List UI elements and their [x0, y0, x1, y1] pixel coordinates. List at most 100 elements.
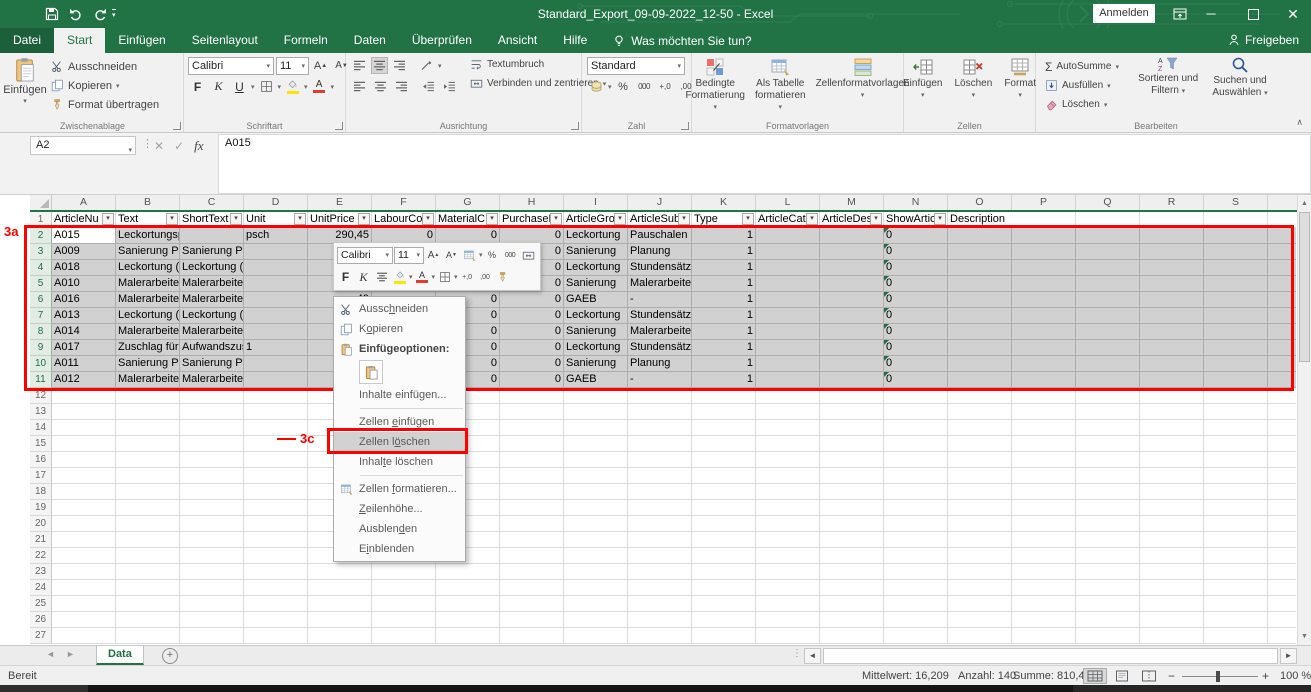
cell-H17[interactable] [500, 468, 564, 484]
cell-R18[interactable] [1140, 484, 1204, 500]
cell-D14[interactable] [244, 420, 308, 436]
cell-P13[interactable] [1012, 404, 1076, 420]
context-menu-item-ausblenden[interactable]: Ausblenden [334, 519, 465, 539]
format-as-table-button[interactable]: Als Tabelle formatieren ▾ [751, 56, 810, 113]
cell-D24[interactable] [244, 580, 308, 596]
cell-N17[interactable] [884, 468, 948, 484]
cell-R26[interactable] [1140, 612, 1204, 628]
cell-T15[interactable] [1268, 436, 1296, 452]
cell-I27[interactable] [564, 628, 628, 644]
cell-N20[interactable] [884, 516, 948, 532]
mini-font-color-button[interactable]: A [414, 269, 431, 285]
mini-decrease-decimal-button[interactable]: ,00 [477, 269, 494, 285]
cell-I20[interactable] [564, 516, 628, 532]
cell-H15[interactable] [500, 436, 564, 452]
cell-N18[interactable] [884, 484, 948, 500]
row-header-22[interactable]: 22 [30, 548, 52, 564]
cell-L27[interactable] [756, 628, 820, 644]
filter-dropdown-icon[interactable]: ▾ [550, 213, 562, 225]
undo-icon[interactable] [68, 6, 84, 22]
cell-T23[interactable] [1268, 564, 1296, 580]
mini-increase-font-icon[interactable]: A▲ [425, 247, 442, 263]
cell-I25[interactable] [564, 596, 628, 612]
cell-J24[interactable] [628, 580, 692, 596]
cell-T21[interactable] [1268, 532, 1296, 548]
cell-C15[interactable] [180, 436, 244, 452]
row-header-14[interactable]: 14 [30, 420, 52, 436]
cell-O26[interactable] [948, 612, 1012, 628]
cell-S18[interactable] [1204, 484, 1268, 500]
mini-increase-decimal-button[interactable]: +,0 [459, 269, 476, 285]
font-color-button[interactable]: A [310, 78, 329, 95]
cell-N21[interactable] [884, 532, 948, 548]
cell-O23[interactable] [948, 564, 1012, 580]
cell-A14[interactable] [52, 420, 116, 436]
cell-H23[interactable] [500, 564, 564, 580]
cell-R14[interactable] [1140, 420, 1204, 436]
cell-K13[interactable] [692, 404, 756, 420]
scroll-up-icon[interactable]: ▲ [1298, 196, 1311, 211]
zoom-slider-track[interactable] [1182, 676, 1258, 677]
cell-M27[interactable] [820, 628, 884, 644]
cell-I13[interactable] [564, 404, 628, 420]
zoom-slider-thumb[interactable] [1216, 671, 1220, 682]
cell-D22[interactable] [244, 548, 308, 564]
tab-einfuegen[interactable]: Einfügen [105, 28, 178, 53]
cell-D27[interactable] [244, 628, 308, 644]
cell-J18[interactable] [628, 484, 692, 500]
cell-I16[interactable] [564, 452, 628, 468]
cell-F27[interactable] [372, 628, 436, 644]
cell-Q19[interactable] [1076, 500, 1140, 516]
cell-D19[interactable] [244, 500, 308, 516]
cell-H24[interactable] [500, 580, 564, 596]
row-header-24[interactable]: 24 [30, 580, 52, 596]
cell-O18[interactable] [948, 484, 1012, 500]
column-header-K[interactable]: K [692, 195, 756, 210]
cell-A26[interactable] [52, 612, 116, 628]
cell-A19[interactable] [52, 500, 116, 516]
cell-P24[interactable] [1012, 580, 1076, 596]
column-header-M[interactable]: M [820, 195, 884, 210]
close-button[interactable]: ✕ [1278, 0, 1308, 28]
cell-B20[interactable] [116, 516, 180, 532]
cell-O22[interactable] [948, 548, 1012, 564]
cell-Q27[interactable] [1076, 628, 1140, 644]
row-header-21[interactable]: 21 [30, 532, 52, 548]
fill-button[interactable]: Ausfüllen▾ [1042, 76, 1132, 95]
cell-S15[interactable] [1204, 436, 1268, 452]
cell-Q18[interactable] [1076, 484, 1140, 500]
cell-R13[interactable] [1140, 404, 1204, 420]
cell-C27[interactable] [180, 628, 244, 644]
cell-M25[interactable] [820, 596, 884, 612]
insert-function-icon[interactable]: fx [194, 138, 203, 154]
maximize-button[interactable] [1238, 0, 1268, 28]
cell-J26[interactable] [628, 612, 692, 628]
cell-B26[interactable] [116, 612, 180, 628]
cell-T13[interactable] [1268, 404, 1296, 420]
cell-I15[interactable] [564, 436, 628, 452]
sign-in-button[interactable]: Anmelden [1093, 4, 1155, 23]
row-header-27[interactable]: 27 [30, 628, 52, 644]
cell-B13[interactable] [116, 404, 180, 420]
context-menu-item-zeilenhohe[interactable]: Zeilenhöhe... [334, 499, 465, 519]
cell-C17[interactable] [180, 468, 244, 484]
cell-S23[interactable] [1204, 564, 1268, 580]
cell-B17[interactable] [116, 468, 180, 484]
cell-Q24[interactable] [1076, 580, 1140, 596]
mini-comma-button[interactable]: 000 [502, 247, 519, 263]
cell-O21[interactable] [948, 532, 1012, 548]
cell-T26[interactable] [1268, 612, 1296, 628]
cell-M19[interactable] [820, 500, 884, 516]
row-header-17[interactable]: 17 [30, 468, 52, 484]
zoom-in-button[interactable]: + [1262, 669, 1269, 683]
formula-input[interactable]: A015 [218, 134, 1311, 194]
cell-G25[interactable] [436, 596, 500, 612]
sort-filter-button[interactable]: Sortieren und Filtern ▾ [1132, 55, 1204, 97]
number-format-select[interactable]: Standard▾ [587, 57, 685, 75]
cell-A22[interactable] [52, 548, 116, 564]
cell-J14[interactable] [628, 420, 692, 436]
mini-font-size-select[interactable]: 11▾ [394, 247, 424, 264]
cell-M15[interactable] [820, 436, 884, 452]
cell-N25[interactable] [884, 596, 948, 612]
mini-decrease-font-icon[interactable]: A▼ [443, 247, 460, 263]
